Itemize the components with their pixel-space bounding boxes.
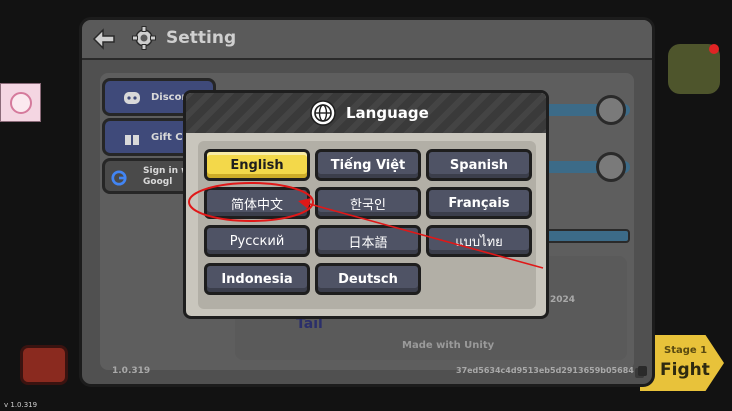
globe-icon <box>310 100 336 126</box>
language-option-german[interactable]: Deutsch <box>315 263 421 295</box>
language-grid: English Tiếng Việt Spanish 简体中文 한국인 Fran… <box>198 141 536 309</box>
language-dialog: Language English Tiếng Việt Spanish 简体中文… <box>183 90 549 319</box>
gear-icon <box>132 26 156 50</box>
gift-icon <box>125 132 139 145</box>
language-option-indonesian[interactable]: Indonesia <box>204 263 310 295</box>
language-option-english[interactable]: English <box>204 149 310 181</box>
fight-label: Fight <box>660 360 710 380</box>
back-arrow-icon[interactable] <box>92 28 116 50</box>
app-version: v 1.0.319 <box>4 401 38 409</box>
notification-dot <box>709 44 719 54</box>
language-option-thai[interactable]: แบบไทย <box>426 225 532 257</box>
language-option-chinese-simplified[interactable]: 简体中文 <box>204 187 310 219</box>
language-title: Language <box>346 104 429 122</box>
settings-title: Setting <box>166 28 237 48</box>
copy-icon[interactable] <box>634 365 648 379</box>
made-with-unity: Made with Unity <box>402 340 495 351</box>
stage-label: Stage 1 <box>664 345 708 356</box>
avatar-face-icon <box>10 92 32 114</box>
language-option-vietnamese[interactable]: Tiếng Việt <box>315 149 421 181</box>
settings-header: Setting <box>82 20 652 60</box>
google-icon <box>111 170 127 186</box>
discord-icon <box>124 92 140 104</box>
language-option-korean[interactable]: 한국인 <box>315 187 421 219</box>
google-label-line2: Googl <box>143 177 173 187</box>
build-version: 1.0.319 <box>112 366 151 376</box>
language-option-spanish[interactable]: Spanish <box>426 149 532 181</box>
language-dialog-header: Language <box>186 93 546 133</box>
language-option-japanese[interactable]: 日本語 <box>315 225 421 257</box>
sound-slider-handle[interactable] <box>596 152 626 182</box>
player-avatar[interactable] <box>0 83 41 122</box>
music-slider-handle[interactable] <box>596 95 626 125</box>
credits-year: 2024 <box>550 295 576 305</box>
language-option-russian[interactable]: Русский <box>204 225 310 257</box>
shop-icon[interactable] <box>20 345 68 385</box>
language-option-french[interactable]: Français <box>426 187 532 219</box>
device-id: 37ed5634c4d9513eb5d2913659b05684 <box>456 366 634 375</box>
